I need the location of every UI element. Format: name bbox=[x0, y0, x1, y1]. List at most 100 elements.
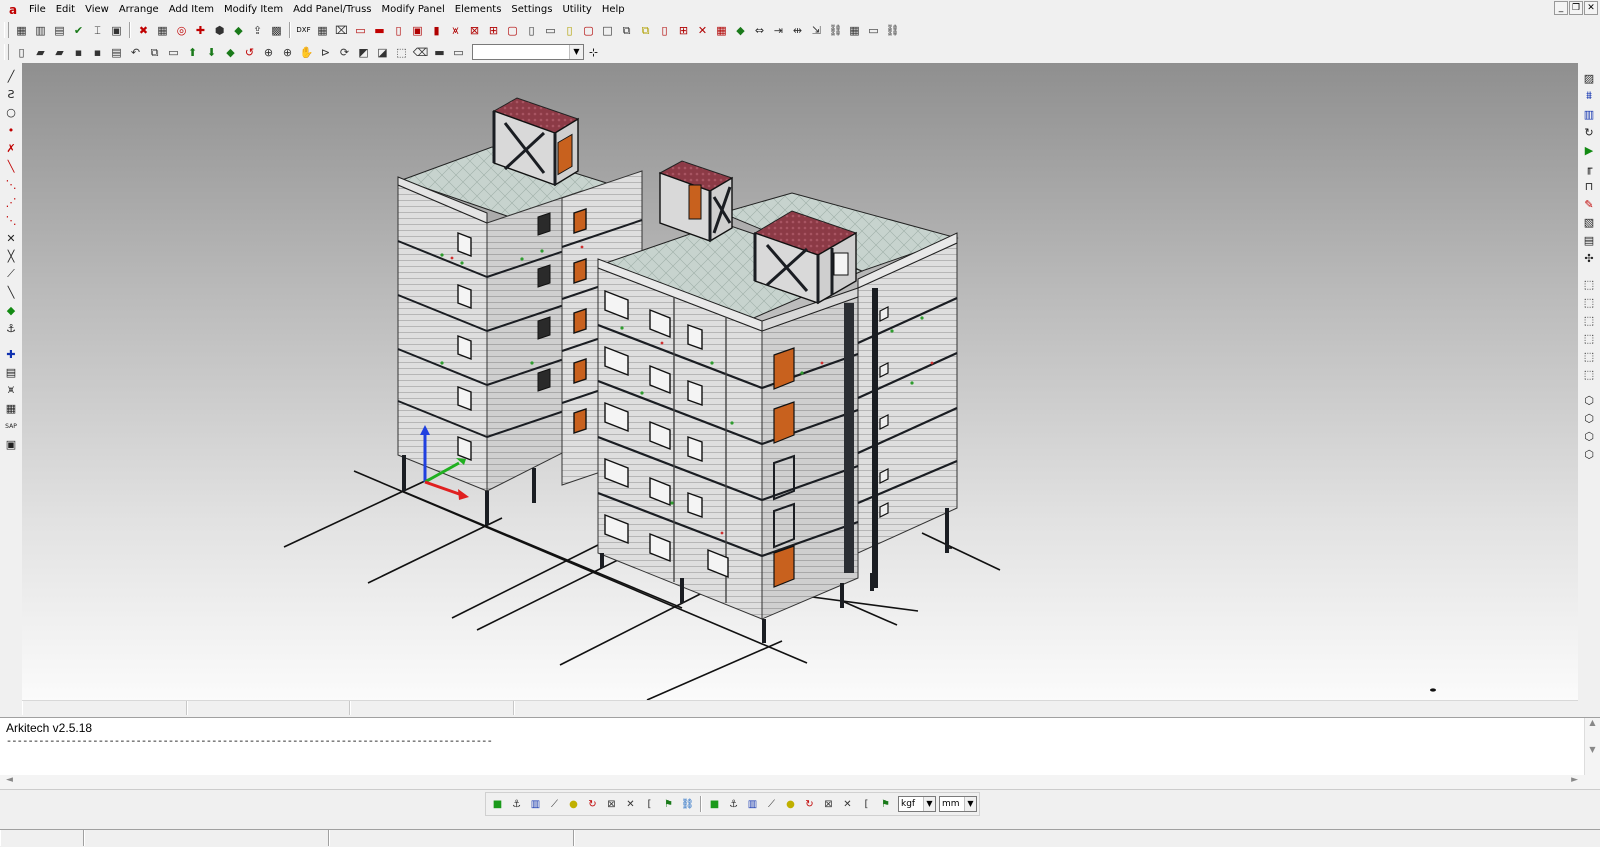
snap-rotate2-icon[interactable]: ↻ bbox=[801, 796, 818, 813]
check-button[interactable]: ✔ bbox=[70, 22, 87, 39]
rect-button[interactable]: ▭ bbox=[865, 22, 882, 39]
rotate3d-button[interactable]: ⟳ bbox=[336, 44, 353, 61]
snap-point-icon[interactable]: ● bbox=[565, 796, 582, 813]
chamfer-tool-icon[interactable]: ⋱ bbox=[2, 211, 20, 229]
view2-button[interactable]: ◪ bbox=[374, 44, 391, 61]
export-button[interactable]: ⇪ bbox=[249, 22, 266, 39]
lock-button[interactable]: ▩ bbox=[268, 22, 285, 39]
snap-anchor-icon[interactable]: ⚓ bbox=[508, 796, 525, 813]
restore-button[interactable]: ❐ bbox=[1569, 1, 1583, 15]
intersect-tool-icon[interactable]: ✕ bbox=[2, 229, 20, 247]
fit-button[interactable]: ⬚ bbox=[393, 44, 410, 61]
menu-add-item[interactable]: Add Item bbox=[164, 0, 219, 19]
polyline-tool-icon[interactable]: Ƨ bbox=[2, 85, 20, 103]
cross-button[interactable]: ✕ bbox=[694, 22, 711, 39]
plane-button[interactable]: ◆ bbox=[222, 44, 239, 61]
play-icon[interactable]: ▶ bbox=[1580, 141, 1598, 159]
split-view-icon[interactable]: ✣ bbox=[1580, 249, 1598, 267]
menu-modify-panel[interactable]: Modify Panel bbox=[377, 0, 450, 19]
iso-view-5-icon[interactable]: ⬚ bbox=[1580, 347, 1598, 365]
offset-tool-icon[interactable]: ⋱ bbox=[2, 175, 20, 193]
table-button[interactable]: ▦ bbox=[154, 22, 171, 39]
calc-tool-icon[interactable]: ▦ bbox=[2, 399, 20, 417]
menu-file[interactable]: File bbox=[24, 0, 51, 19]
anchor-tool-icon[interactable]: ⚓ bbox=[2, 319, 20, 337]
snap-bracket-icon[interactable]: [ bbox=[641, 796, 658, 813]
sheet2-icon[interactable]: ▤ bbox=[1580, 231, 1598, 249]
stack-button[interactable]: ▦ bbox=[13, 22, 30, 39]
box-button[interactable]: □ bbox=[599, 22, 616, 39]
sheet-icon[interactable]: ▧ bbox=[1580, 213, 1598, 231]
snap-angle-icon[interactable]: ⟋ bbox=[546, 796, 563, 813]
menu-add-panel-truss[interactable]: Add Panel/Truss bbox=[288, 0, 376, 19]
structure-icon[interactable]: ⩩ bbox=[1580, 87, 1598, 105]
sap-tool-icon[interactable]: SAP bbox=[2, 417, 20, 435]
point-tool-icon[interactable]: • bbox=[2, 121, 20, 139]
chevron-down-icon[interactable]: ▼ bbox=[964, 797, 976, 811]
rotate-view-icon[interactable]: ↻ bbox=[1580, 123, 1598, 141]
chevron-down-icon[interactable]: ▼ bbox=[569, 45, 583, 59]
snap-point2-icon[interactable]: ● bbox=[782, 796, 799, 813]
copy-button[interactable]: ⧉ bbox=[618, 22, 635, 39]
snap-angle2-icon[interactable]: ⟋ bbox=[763, 796, 780, 813]
snap-box-icon[interactable]: ⊠ bbox=[603, 796, 620, 813]
eraser-button[interactable]: ⌫ bbox=[412, 44, 429, 61]
frame-view-icon[interactable]: ╓ bbox=[1580, 159, 1598, 177]
new-file-button[interactable]: ▯ bbox=[13, 44, 30, 61]
snap-anchor2-icon[interactable]: ⚓ bbox=[725, 796, 742, 813]
chevron-down-icon[interactable]: ▼ bbox=[923, 797, 935, 811]
opening-button[interactable]: ▢ bbox=[504, 22, 521, 39]
wall2-button[interactable]: ▢ bbox=[580, 22, 597, 39]
pan-button[interactable]: ✋ bbox=[298, 44, 315, 61]
open-folder-button[interactable]: ▰ bbox=[51, 44, 68, 61]
window2-button[interactable]: ▯ bbox=[561, 22, 578, 39]
close-button[interactable]: ✕ bbox=[1584, 1, 1598, 15]
model-viewport[interactable] bbox=[22, 63, 1578, 700]
hatch-icon[interactable]: ▨ bbox=[1580, 69, 1598, 87]
command-console[interactable]: Arkitech v2.5.18 -----------------------… bbox=[0, 717, 1600, 777]
menu-elements[interactable]: Elements bbox=[450, 0, 507, 19]
iso-view-3-icon[interactable]: ⬚ bbox=[1580, 311, 1598, 329]
minimize-button[interactable]: _ bbox=[1554, 1, 1568, 15]
layer-combo[interactable]: ▼ bbox=[472, 44, 584, 60]
table2-button[interactable]: ▦ bbox=[713, 22, 730, 39]
open-file-button[interactable]: ▰ bbox=[32, 44, 49, 61]
link-button[interactable]: ⛓ bbox=[827, 22, 844, 39]
menu-settings[interactable]: Settings bbox=[506, 0, 557, 19]
print-button[interactable]: ▤ bbox=[108, 44, 125, 61]
arrow-up-green-button[interactable]: ⬆ bbox=[184, 44, 201, 61]
layer-button[interactable]: ▬ bbox=[431, 44, 448, 61]
frame-button[interactable]: ▣ bbox=[409, 22, 426, 39]
extend-tool-icon[interactable]: ╲ bbox=[2, 157, 20, 175]
zoom-window-button[interactable]: ⊕ bbox=[260, 44, 277, 61]
chain-button[interactable]: ⛓ bbox=[884, 22, 901, 39]
undo-button[interactable]: ↶ bbox=[127, 44, 144, 61]
split-button[interactable]: ⇹ bbox=[789, 22, 806, 39]
snap-link-icon[interactable]: ⛓ bbox=[679, 796, 696, 813]
menu-utility[interactable]: Utility bbox=[557, 0, 596, 19]
snap-flag-icon[interactable]: ⚑ bbox=[660, 796, 677, 813]
console-horizontal-scrollbar[interactable]: ◄ ► bbox=[0, 775, 1600, 790]
slash-tool-icon[interactable]: ╲ bbox=[2, 283, 20, 301]
mirror-button[interactable]: ⊳ bbox=[317, 44, 334, 61]
snap-box2-icon[interactable]: ⊠ bbox=[820, 796, 837, 813]
grid2-button[interactable]: ⊞ bbox=[675, 22, 692, 39]
bars-button[interactable]: ▦ bbox=[846, 22, 863, 39]
snap-flag2-icon[interactable]: ⚑ bbox=[877, 796, 894, 813]
node-button[interactable]: ◎ bbox=[173, 22, 190, 39]
grid-button[interactable]: ▤ bbox=[51, 22, 68, 39]
snap-grid-icon[interactable]: ▥ bbox=[527, 796, 544, 813]
force-unit-select[interactable]: kgf ▼ bbox=[898, 796, 936, 812]
iso-view-2-icon[interactable]: ⬚ bbox=[1580, 293, 1598, 311]
iso-view-4-icon[interactable]: ⬚ bbox=[1580, 329, 1598, 347]
plan-button[interactable]: ⌧ bbox=[333, 22, 350, 39]
scroll-right-icon[interactable]: ► bbox=[1571, 775, 1578, 785]
circle-tool-icon[interactable]: ○ bbox=[2, 103, 20, 121]
joist-button[interactable]: ⊞ bbox=[485, 22, 502, 39]
move-button[interactable]: ⇔ bbox=[751, 22, 768, 39]
truss-button[interactable]: ⩙ bbox=[447, 22, 464, 39]
column-button[interactable]: ▮ bbox=[428, 22, 445, 39]
menu-edit[interactable]: Edit bbox=[51, 0, 80, 19]
delete-button[interactable]: ✖ bbox=[135, 22, 152, 39]
snap-green-icon[interactable]: ■ bbox=[489, 796, 506, 813]
